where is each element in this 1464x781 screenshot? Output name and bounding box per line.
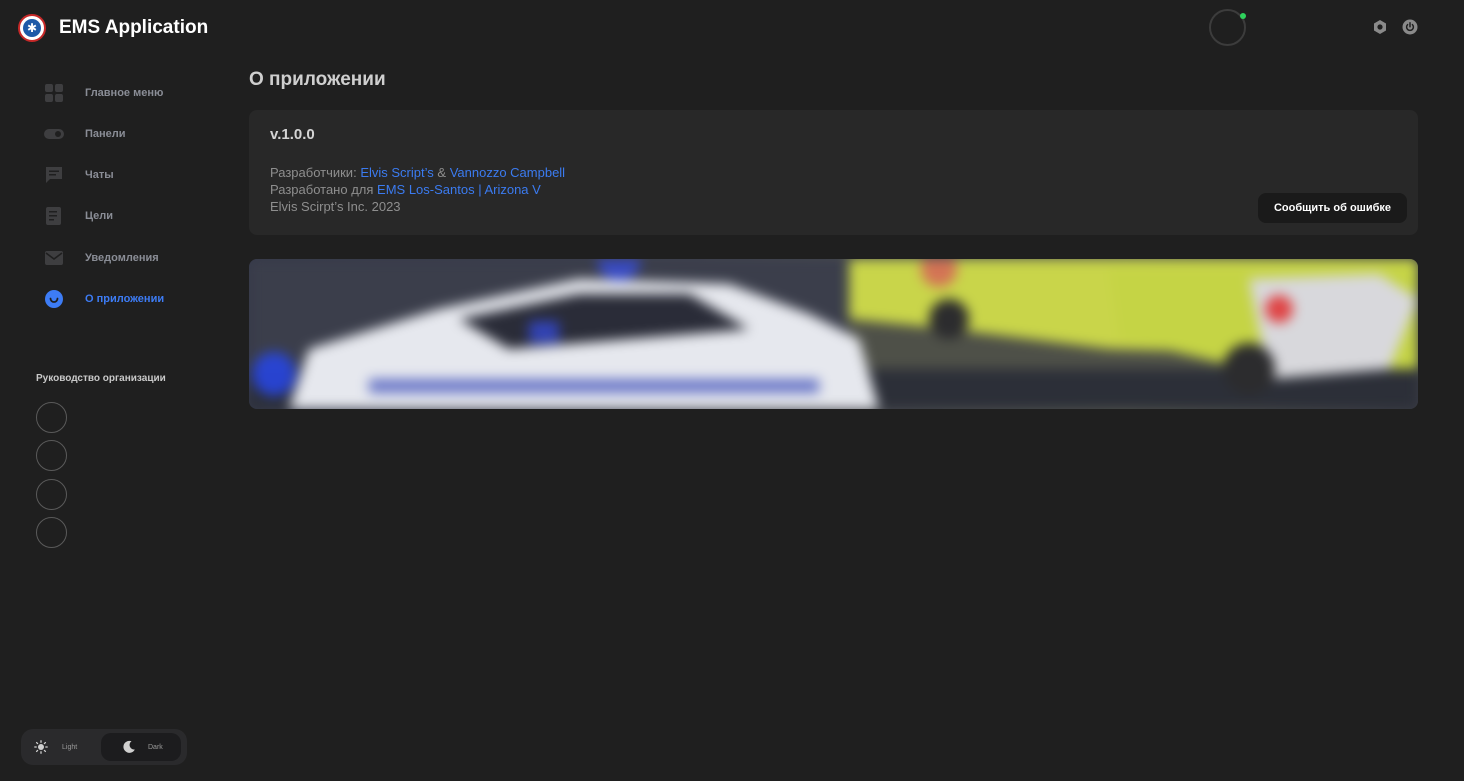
- app-title: EMS Application: [59, 17, 209, 38]
- report-bug-button[interactable]: Сообщить об ошибке: [1258, 193, 1407, 223]
- leader-avatar[interactable]: [36, 440, 67, 471]
- theme-dark-label: Dark: [148, 743, 163, 751]
- gear-icon: [1374, 20, 1386, 34]
- online-status-indicator: [1240, 13, 1246, 19]
- ems-star-of-life-icon: ✱: [23, 19, 41, 37]
- developed-for-prefix: Разработано для: [270, 182, 374, 197]
- leadership-section-title: Руководство организации: [36, 373, 166, 384]
- page-title: О приложении: [249, 69, 386, 90]
- theme-switch: Light Dark: [21, 729, 187, 765]
- theme-light-label: Light: [62, 743, 78, 751]
- developer-link[interactable]: Vannozzo Campbell: [450, 165, 565, 180]
- sidebar-item-panels[interactable]: Панели: [44, 122, 224, 146]
- banner-image: [249, 259, 1418, 409]
- leader-avatar[interactable]: [36, 402, 67, 433]
- leader-avatar[interactable]: [36, 479, 67, 510]
- copyright-text: Elvis Scirpt’s Inc. 2023: [270, 199, 401, 214]
- sidebar-item-label: Уведомления: [85, 252, 159, 264]
- developers-prefix: Разработчики:: [270, 165, 357, 180]
- grid-icon: [44, 83, 64, 103]
- leader-avatar[interactable]: [36, 517, 67, 548]
- sun-icon: [33, 739, 49, 755]
- info-circle-icon: [44, 289, 64, 309]
- toggle-icon: [44, 124, 64, 144]
- app-info-card: v.1.0.0 Разработчики: Elvis Script’s & V…: [249, 110, 1418, 235]
- sidebar-item-label: Цели: [85, 210, 114, 222]
- sidebar-item-label: Панели: [85, 128, 126, 140]
- moon-icon: [121, 739, 137, 755]
- power-icon: [1402, 19, 1418, 35]
- developers-line: Разработчики: Elvis Script’s & Vannozzo …: [270, 165, 565, 180]
- sidebar-item-goals[interactable]: Цели: [44, 204, 224, 228]
- developers-separator: &: [437, 165, 447, 180]
- sidebar-item-notifications[interactable]: Уведомления: [44, 246, 224, 270]
- sidebar-item-label: Чаты: [85, 169, 114, 181]
- sidebar-item-main-menu[interactable]: Главное меню: [44, 81, 224, 105]
- sidebar-item-about[interactable]: О приложении: [44, 287, 224, 311]
- sidebar-item-label: Главное меню: [85, 87, 164, 99]
- theme-dark-option[interactable]: Dark: [101, 733, 181, 761]
- developed-for-line: Разработано для EMS Los-Santos | Arizona…: [270, 182, 541, 197]
- power-button[interactable]: [1401, 18, 1419, 36]
- chat-icon: [44, 165, 64, 185]
- app-logo: ✱: [18, 14, 46, 42]
- developer-link[interactable]: Elvis Script’s: [360, 165, 433, 180]
- mail-icon: [44, 248, 64, 268]
- theme-light-option[interactable]: Light: [25, 733, 105, 761]
- checklist-icon: [44, 206, 64, 226]
- version-label: v.1.0.0: [270, 126, 315, 143]
- settings-button[interactable]: [1371, 18, 1389, 36]
- organization-link[interactable]: EMS Los-Santos | Arizona V: [377, 182, 541, 197]
- sidebar-item-chats[interactable]: Чаты: [44, 163, 224, 187]
- sidebar-item-label: О приложении: [85, 293, 165, 305]
